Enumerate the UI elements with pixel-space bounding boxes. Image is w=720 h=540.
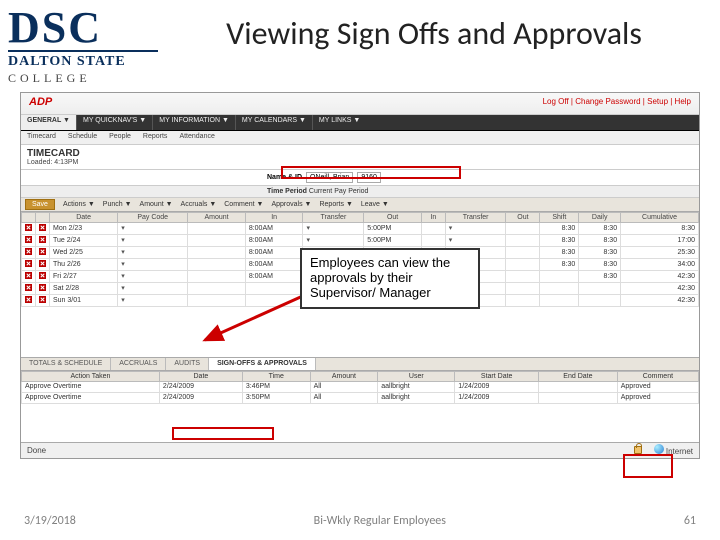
acol-action: Action Taken	[22, 371, 160, 381]
timecard-loaded: Loaded: 4:13PM	[27, 159, 693, 166]
main-nav: GENERAL ▼ MY QUICKNAV'S ▼ MY INFORMATION…	[21, 115, 699, 131]
save-button[interactable]: Save	[25, 199, 55, 210]
subnav-schedule[interactable]: Schedule	[62, 131, 103, 144]
table-row[interactable]: Mon 2/23▾8:00AM▾5:00PM▾8:308:308:30	[22, 222, 699, 234]
nav-mycal[interactable]: MY CALENDARS ▼	[235, 115, 312, 130]
adp-logo: ADP	[29, 96, 52, 108]
footer-date: 3/19/2018	[24, 514, 76, 528]
insert-icon[interactable]	[39, 296, 46, 303]
delete-icon[interactable]	[25, 236, 32, 243]
insert-icon[interactable]	[39, 248, 46, 255]
audit-grid: Action Taken Date Time Amount User Start…	[21, 371, 699, 404]
delete-icon[interactable]	[25, 260, 32, 267]
col-date: Date	[50, 212, 118, 222]
col-out: Out	[364, 212, 422, 222]
footer-page: 61	[684, 514, 696, 528]
slide-footer: 3/19/2018 Bi-Wkly Regular Employees 61	[0, 514, 720, 528]
subnav-attendance[interactable]: Attendance	[173, 131, 220, 144]
menu-approvals[interactable]: Approvals ▼	[271, 201, 311, 208]
acol-time: Time	[242, 371, 310, 381]
lower-tab-strip: TOTALS & SCHEDULE ACCRUALS AUDITS SIGN-O…	[21, 357, 699, 371]
menu-amount[interactable]: Amount ▼	[140, 201, 173, 208]
col-in: In	[245, 212, 303, 222]
col-daily: Daily	[579, 212, 621, 222]
sub-nav: Timecard Schedule People Reports Attenda…	[21, 131, 699, 145]
delete-icon[interactable]	[25, 272, 32, 279]
menu-punch[interactable]: Punch ▼	[103, 201, 132, 208]
menu-accruals[interactable]: Accruals ▼	[181, 201, 217, 208]
insert-icon[interactable]	[39, 260, 46, 267]
status-done: Done	[27, 446, 46, 455]
nav-myinfo[interactable]: MY INFORMATION ▼	[152, 115, 235, 130]
insert-icon[interactable]	[39, 272, 46, 279]
callout-text: Employees can view the approvals by thei…	[310, 255, 450, 300]
callout-box: Employees can view the approvals by thei…	[300, 248, 480, 309]
acol-start: Start Date	[455, 371, 539, 381]
nav-general[interactable]: GENERAL ▼	[21, 115, 76, 130]
acol-end: End Date	[539, 371, 618, 381]
subnav-reports[interactable]: Reports	[137, 131, 174, 144]
nav-quicknavs[interactable]: MY QUICKNAV'S ▼	[76, 115, 152, 130]
timecard-toolbar: Save Actions ▼ Punch ▼ Amount ▼ Accruals…	[21, 198, 699, 212]
menu-reports[interactable]: Reports ▼	[319, 201, 352, 208]
browser-statusbar: Done Internet	[21, 442, 699, 458]
delete-icon[interactable]	[25, 248, 32, 255]
acol-date: Date	[159, 371, 242, 381]
table-row[interactable]: Tue 2/24▾8:00AM▾5:00PM▾8:308:3017:00	[22, 234, 699, 246]
tab-accruals[interactable]: ACCRUALS	[111, 358, 166, 370]
col-transfer: Transfer	[303, 212, 364, 222]
footer-center: Bi-Wkly Regular Employees	[314, 514, 446, 528]
delete-icon[interactable]	[25, 284, 32, 291]
col-in2: In	[421, 212, 445, 222]
delete-icon[interactable]	[25, 296, 32, 303]
name-highlight-box	[281, 166, 461, 179]
tab-audits[interactable]: AUDITS	[166, 358, 209, 370]
col-paycode: Pay Code	[118, 212, 188, 222]
menu-leave[interactable]: Leave ▼	[361, 201, 389, 208]
menu-actions[interactable]: Actions ▼	[63, 201, 95, 208]
insert-icon[interactable]	[39, 284, 46, 291]
col-cumulative: Cumulative	[621, 212, 699, 222]
table-row[interactable]: Approve Overtime2/24/20093:46PMAllaallbr…	[22, 381, 699, 392]
slide-title: Viewing Sign Offs and Approvals	[168, 16, 700, 53]
internet-icon	[654, 444, 664, 454]
time-period-value[interactable]: Current Pay Period	[309, 188, 369, 195]
tab-highlight-box	[172, 427, 274, 440]
col-transfer2: Transfer	[445, 212, 506, 222]
logo-abbrev: DSC	[8, 8, 158, 52]
acol-user: User	[378, 371, 455, 381]
table-row[interactable]: Approve Overtime2/24/20093:50PMAllaallbr…	[22, 392, 699, 403]
menu-comment[interactable]: Comment ▼	[224, 201, 263, 208]
adp-top-links[interactable]: Log Off | Change Password | Setup | Help	[543, 97, 691, 106]
col-out2: Out	[506, 212, 540, 222]
logo-line3: COLLEGE	[8, 71, 158, 86]
insert-icon[interactable]	[39, 224, 46, 231]
col-shift: Shift	[540, 212, 579, 222]
acol-amount: Amount	[310, 371, 378, 381]
lock-icon	[634, 446, 642, 454]
comment-highlight-box	[623, 454, 673, 478]
subnav-people[interactable]: People	[103, 131, 137, 144]
nav-mylinks[interactable]: MY LINKS ▼	[312, 115, 366, 130]
time-period-row: Time Period Current Pay Period	[21, 186, 699, 198]
tab-totals[interactable]: TOTALS & SCHEDULE	[21, 358, 111, 370]
dsc-logo: DSC DALTON STATE COLLEGE	[8, 8, 158, 86]
tab-signoffs-approvals[interactable]: SIGN-OFFS & APPROVALS	[209, 358, 316, 370]
timecard-title: TIMECARD	[27, 148, 693, 159]
adp-header: ADP Log Off | Change Password | Setup | …	[21, 93, 699, 115]
acol-comment: Comment	[617, 371, 698, 381]
col-amount: Amount	[188, 212, 246, 222]
logo-line2: DALTON STATE	[8, 54, 158, 70]
delete-icon[interactable]	[25, 224, 32, 231]
subnav-timecard[interactable]: Timecard	[21, 131, 62, 144]
insert-icon[interactable]	[39, 236, 46, 243]
